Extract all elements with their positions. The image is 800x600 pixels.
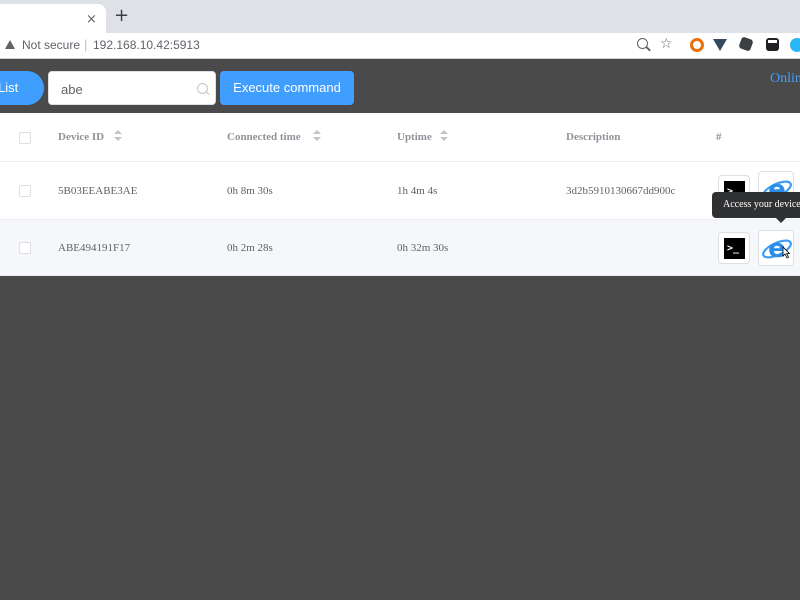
new-tab-button[interactable]: + — [114, 7, 129, 25]
description-cell: 3d2b5910130667dd900c — [566, 185, 676, 197]
select-all-checkbox[interactable] — [19, 132, 31, 144]
address-bar[interactable]: Not secure | 192.168.10.42:5913 ☆ — [0, 33, 800, 59]
sort-connected-time-icon[interactable] — [313, 130, 321, 142]
cube-extension-icon[interactable] — [738, 36, 754, 52]
teal-circle-extension-icon[interactable] — [790, 38, 800, 52]
mouse-cursor-icon — [782, 246, 791, 259]
table-header: Device ID Connected time Uptime Descript… — [0, 113, 800, 162]
tooltip-arrow — [776, 218, 786, 223]
online-link[interactable]: Onlin — [770, 71, 800, 87]
device-table: Device ID Connected time Uptime Descript… — [0, 113, 800, 276]
search-input[interactable] — [61, 81, 191, 97]
browser-tab[interactable]: × — [0, 4, 106, 33]
tab-close-icon[interactable]: × — [86, 13, 97, 27]
terminal-icon: >_ — [724, 238, 745, 259]
toolbar-extension-icon[interactable] — [766, 38, 779, 51]
column-header-description: Description — [566, 131, 621, 143]
execute-command-label: Execute command — [233, 80, 341, 95]
connected-time-cell: 0h 8m 30s — [227, 185, 273, 197]
table-row: ABE494191F17 0h 2m 28s 0h 32m 30s >_ e — [0, 220, 800, 276]
uptime-cell: 0h 32m 30s — [397, 242, 449, 254]
security-label[interactable]: Not secure — [22, 38, 80, 52]
zoom-icon[interactable] — [637, 38, 648, 49]
terminal-button[interactable]: >_ — [718, 232, 750, 264]
search-box[interactable] — [48, 71, 216, 105]
device-id-cell: 5B03EEABE3AE — [58, 185, 138, 197]
vue-devtools-extension-icon[interactable] — [713, 39, 727, 51]
bookmark-star-icon[interactable]: ☆ — [660, 36, 673, 52]
row-checkbox[interactable] — [19, 242, 31, 254]
warning-icon[interactable] — [5, 40, 15, 49]
row-checkbox[interactable] — [19, 185, 31, 197]
uptime-cell: 1h 4m 4s — [397, 185, 438, 197]
sort-device-id-icon[interactable] — [114, 130, 122, 142]
connected-time-cell: 0h 2m 28s — [227, 242, 273, 254]
search-icon[interactable] — [197, 83, 208, 94]
orange-ring-extension-icon[interactable] — [690, 38, 704, 52]
column-header-device-id[interactable]: Device ID — [58, 131, 104, 143]
device-list-button[interactable]: List — [0, 71, 44, 105]
browser-tab-strip: × + — [0, 0, 800, 33]
url-text[interactable]: 192.168.10.42:5913 — [93, 38, 200, 52]
execute-command-button[interactable]: Execute command — [220, 71, 354, 105]
tooltip: Access your device — [712, 192, 800, 218]
sort-uptime-icon[interactable] — [440, 130, 448, 142]
column-header-connected-time[interactable]: Connected time — [227, 131, 301, 143]
device-id-cell: ABE494191F17 — [58, 242, 131, 254]
table-row: 5B03EEABE3AE 0h 8m 30s 1h 4m 4s 3d2b5910… — [0, 163, 800, 220]
url-separator: | — [84, 37, 88, 52]
device-list-label: List — [0, 80, 19, 95]
column-header-actions: # — [716, 131, 722, 143]
column-header-uptime[interactable]: Uptime — [397, 131, 432, 143]
